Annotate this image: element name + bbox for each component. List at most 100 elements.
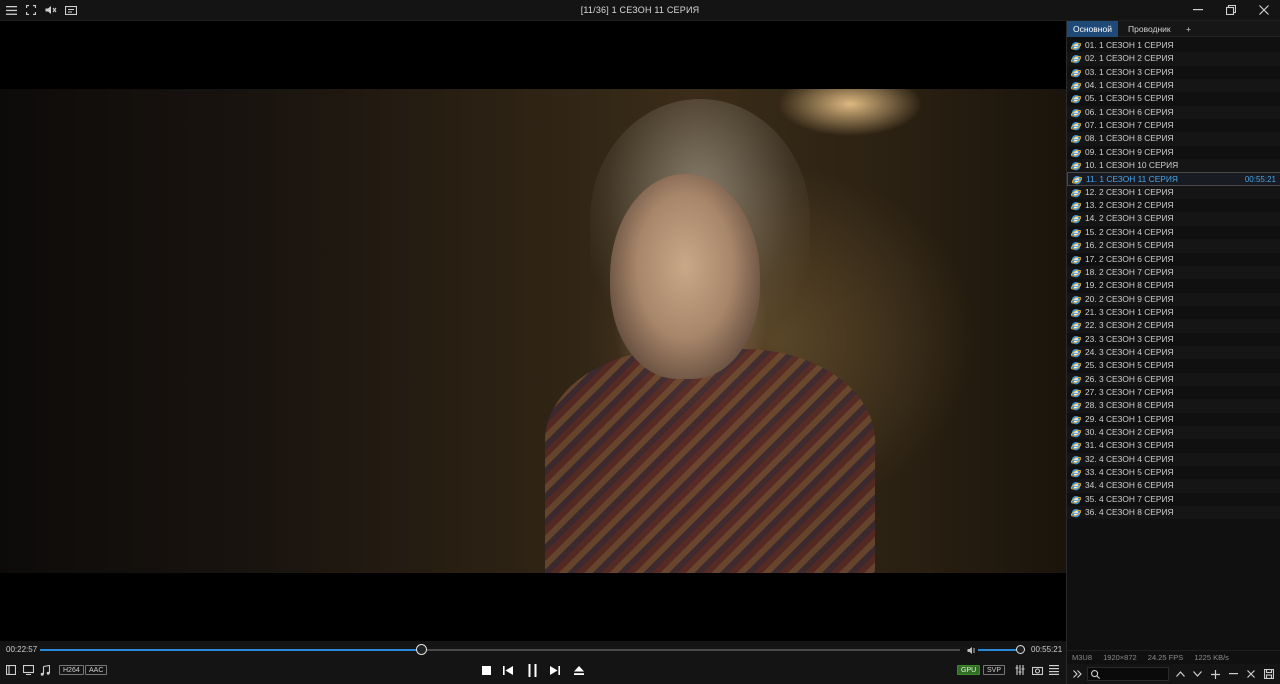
stop-button[interactable] — [480, 664, 492, 676]
playlist-item[interactable]: 04. 1 СЕЗОН 4 СЕРИЯ — [1067, 79, 1280, 93]
playlist-item-duration: 00:55:21 — [1244, 175, 1276, 185]
restore-icon[interactable] — [1220, 3, 1242, 17]
playlist-item[interactable]: 06. 1 СЕЗОН 6 СЕРИЯ — [1067, 105, 1280, 120]
playlist-item[interactable]: 29. 4 СЕЗОН 1 СЕРИЯ — [1067, 413, 1280, 426]
playlist-item[interactable]: 28. 3 СЕЗОН 8 СЕРИЯ — [1067, 399, 1280, 413]
playlist-item-label: 08. 1 СЕЗОН 8 СЕРИЯ — [1085, 133, 1174, 144]
tab-main[interactable]: Основной — [1067, 21, 1118, 37]
minimize-icon[interactable] — [1187, 3, 1209, 17]
ie-file-icon — [1070, 361, 1082, 371]
playlist-item-label: 02. 1 СЕЗОН 2 СЕРИЯ — [1085, 53, 1174, 64]
playlist-item[interactable]: 02. 1 СЕЗОН 2 СЕРИЯ — [1067, 52, 1280, 66]
media-info: M3U8 1920×872 24.25 FPS 1225 KB/s — [1067, 650, 1280, 664]
gpu-tag[interactable]: GPU — [957, 665, 981, 675]
audio-codec-tag[interactable]: AAC — [85, 665, 108, 675]
playlist-item[interactable]: 20. 2 СЕЗОН 9 СЕРИЯ — [1067, 292, 1280, 306]
camera-icon[interactable] — [1031, 664, 1043, 676]
resolution-label: 1920×872 — [1103, 653, 1137, 662]
save-playlist-icon[interactable] — [1262, 667, 1276, 681]
playlist-item[interactable]: 19. 2 СЕЗОН 8 СЕРИЯ — [1067, 279, 1280, 292]
equalizer-icon[interactable] — [1014, 664, 1026, 676]
playlist-item-label: 34. 4 СЕЗОН 6 СЕРИЯ — [1085, 480, 1174, 491]
playlist-item[interactable]: 01. 1 СЕЗОН 1 СЕРИЯ — [1067, 39, 1280, 52]
playlist-item[interactable]: 34. 4 СЕЗОН 6 СЕРИЯ — [1067, 479, 1280, 493]
ie-file-icon — [1070, 508, 1082, 518]
playlist-item[interactable]: 12. 2 СЕЗОН 1 СЕРИЯ — [1067, 185, 1280, 200]
ie-file-icon — [1070, 455, 1082, 465]
playlist-item[interactable]: 24. 3 СЕЗОН 4 СЕРИЯ — [1067, 345, 1280, 360]
ie-file-icon — [1070, 228, 1082, 238]
list-icon[interactable] — [1048, 664, 1060, 676]
volume-bar[interactable] — [978, 649, 1020, 651]
playlist-item[interactable]: 09. 1 СЕЗОН 9 СЕРИЯ — [1067, 146, 1280, 159]
playlist-toggle-icon[interactable] — [5, 664, 17, 676]
video-codec-tag[interactable]: H264 — [59, 665, 84, 675]
search-input[interactable] — [1087, 667, 1169, 681]
playlist-item-label: 21. 3 СЕЗОН 1 СЕРИЯ — [1085, 306, 1174, 317]
playlist-item[interactable]: 33. 4 СЕЗОН 5 СЕРИЯ — [1067, 466, 1280, 479]
ie-file-icon — [1070, 495, 1082, 505]
volume-icon[interactable] — [966, 644, 976, 656]
seek-handle[interactable] — [416, 644, 428, 655]
close-icon[interactable] — [1253, 3, 1275, 17]
ie-file-icon — [1070, 348, 1082, 358]
playlist-item[interactable]: 32. 4 СЕЗОН 4 СЕРИЯ — [1067, 452, 1280, 466]
playlist-item-label: 27. 3 СЕЗОН 7 СЕРИЯ — [1085, 386, 1174, 397]
volume-handle[interactable] — [1016, 645, 1025, 654]
title-bar: [11/36] 1 СЕЗОН 11 СЕРИЯ — [0, 0, 1280, 21]
seek-progress — [40, 649, 422, 651]
clear-icon[interactable] — [1244, 667, 1258, 681]
playlist-item[interactable]: 10. 1 СЕЗОН 10 СЕРИЯ — [1067, 159, 1280, 173]
playlist-item-label: 11. 1 СЕЗОН 11 СЕРИЯ — [1086, 174, 1178, 185]
tab-add[interactable]: + — [1180, 21, 1197, 37]
add-icon[interactable] — [1208, 667, 1222, 681]
playlist-item[interactable]: 22. 3 СЕЗОН 2 СЕРИЯ — [1067, 319, 1280, 333]
playlist-item[interactable]: 03. 1 СЕЗОН 3 СЕРИЯ — [1067, 66, 1280, 79]
playlist-item[interactable]: 17. 2 СЕЗОН 6 СЕРИЯ — [1067, 253, 1280, 266]
playlist-item[interactable]: 35. 4 СЕЗОН 7 СЕРИЯ — [1067, 493, 1280, 506]
playlist-item[interactable]: 16. 2 СЕЗОН 5 СЕРИЯ — [1067, 239, 1280, 253]
remove-icon[interactable] — [1226, 667, 1240, 681]
playlist-item[interactable]: 31. 4 СЕЗОН 3 СЕРИЯ — [1067, 439, 1280, 452]
seek-bar[interactable] — [40, 644, 960, 655]
collapse-panel-icon[interactable] — [1070, 667, 1084, 681]
playlist-item[interactable]: 36. 4 СЕЗОН 8 СЕРИЯ — [1067, 506, 1280, 520]
playlist-item[interactable]: 18. 2 СЕЗОН 7 СЕРИЯ — [1067, 265, 1280, 280]
playlist-item[interactable]: 13. 2 СЕЗОН 2 СЕРИЯ — [1067, 199, 1280, 212]
eject-button[interactable] — [573, 664, 585, 676]
playlist-item-current[interactable]: 11. 1 СЕЗОН 11 СЕРИЯ 00:55:21 — [1067, 172, 1280, 186]
playlist-item[interactable]: 07. 1 СЕЗОН 7 СЕРИЯ — [1067, 119, 1280, 132]
video-settings-icon[interactable] — [22, 664, 34, 676]
ie-file-icon — [1070, 388, 1082, 398]
playlist-item-label: 16. 2 СЕЗОН 5 СЕРИЯ — [1085, 240, 1174, 251]
music-icon[interactable] — [39, 664, 51, 676]
tab-explorer[interactable]: Проводник — [1122, 21, 1177, 37]
ie-file-icon — [1070, 295, 1082, 305]
video-area[interactable] — [0, 21, 1066, 641]
chevron-up-icon[interactable] — [1173, 667, 1187, 681]
chevron-down-icon[interactable] — [1190, 667, 1204, 681]
playlist-item[interactable]: 30. 4 СЕЗОН 2 СЕРИЯ — [1067, 425, 1280, 440]
ie-file-icon — [1070, 335, 1082, 345]
previous-button[interactable] — [502, 664, 514, 676]
playlist-item-label: 06. 1 СЕЗОН 6 СЕРИЯ — [1085, 106, 1174, 117]
video-subject-face — [610, 174, 760, 379]
playlist-item[interactable]: 25. 3 СЕЗОН 5 СЕРИЯ — [1067, 359, 1280, 372]
playlist-item[interactable]: 23. 3 СЕЗОН 3 СЕРИЯ — [1067, 333, 1280, 346]
playlist-item[interactable]: 05. 1 СЕЗОН 5 СЕРИЯ — [1067, 92, 1280, 105]
ie-file-icon — [1070, 321, 1082, 331]
ie-file-icon — [1070, 415, 1082, 425]
playlist-item[interactable]: 08. 1 СЕЗОН 8 СЕРИЯ — [1067, 132, 1280, 146]
playlist-item[interactable]: 27. 3 СЕЗОН 7 СЕРИЯ — [1067, 386, 1280, 399]
playlist-panel: Основной Проводник + 01. 1 СЕЗОН 1 СЕРИЯ… — [1066, 21, 1280, 684]
next-button[interactable] — [549, 664, 561, 676]
svp-tag[interactable]: SVP — [983, 665, 1006, 675]
playlist-item[interactable]: 21. 3 СЕЗОН 1 СЕРИЯ — [1067, 306, 1280, 319]
playlist-item-label: 18. 2 СЕЗОН 7 СЕРИЯ — [1085, 266, 1174, 277]
playlist-item-label: 20. 2 СЕЗОН 9 СЕРИЯ — [1085, 293, 1174, 304]
playlist-item[interactable]: 15. 2 СЕЗОН 4 СЕРИЯ — [1067, 226, 1280, 239]
playlist-item[interactable]: 26. 3 СЕЗОН 6 СЕРИЯ — [1067, 372, 1280, 386]
playlist-item[interactable]: 14. 2 СЕЗОН 3 СЕРИЯ — [1067, 212, 1280, 226]
playlist-item-label: 25. 3 СЕЗОН 5 СЕРИЯ — [1085, 360, 1174, 371]
pause-button[interactable] — [525, 662, 539, 678]
